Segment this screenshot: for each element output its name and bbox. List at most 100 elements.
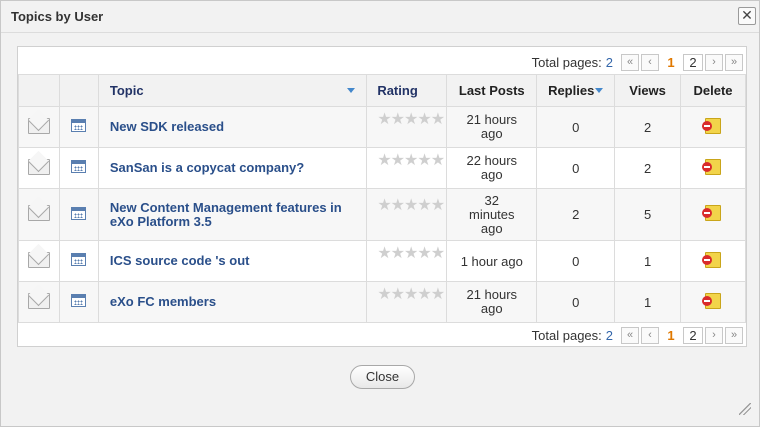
- resize-grip-icon[interactable]: [739, 403, 751, 415]
- header-last-posts[interactable]: Last Posts: [446, 74, 538, 107]
- header-delete: Delete: [680, 74, 746, 107]
- rating-cell: ★★★★★: [366, 240, 448, 282]
- last-page-button[interactable]: »: [725, 53, 743, 71]
- envelope-cell: [18, 188, 60, 241]
- header-icon-col: [18, 74, 60, 107]
- close-icon[interactable]: ✕: [738, 7, 756, 25]
- calendar-icon[interactable]: [71, 160, 87, 173]
- replies-cell: 2: [536, 188, 616, 241]
- rating-stars-icon[interactable]: ★★★★★: [377, 152, 445, 169]
- sort-desc-icon[interactable]: [347, 88, 356, 93]
- delete-cell: [680, 281, 746, 323]
- table-header-row: Topic Rating Last Posts Replies Views De…: [18, 74, 746, 107]
- topic-link[interactable]: New SDK released: [110, 120, 366, 134]
- delete-icon[interactable]: [702, 205, 722, 221]
- last-post-cell: 21 hours ago: [446, 281, 538, 323]
- delete-cell: [680, 188, 746, 241]
- replies-cell: 0: [536, 106, 616, 148]
- current-page: 1: [667, 54, 675, 70]
- rating-stars-icon[interactable]: ★★★★★: [377, 286, 445, 303]
- header-views[interactable]: Views: [614, 74, 682, 107]
- topics-dialog: Topics by User ✕ Total pages: 2 « ‹ 1 2 …: [0, 0, 760, 427]
- header-rating[interactable]: Rating: [366, 74, 448, 107]
- rating-stars-icon[interactable]: ★★★★★: [377, 245, 445, 262]
- envelope-cell: [18, 240, 60, 282]
- envelope-cell: [18, 147, 60, 189]
- calendar-cell: [58, 147, 99, 189]
- last-post-cell: 22 hours ago: [446, 147, 538, 189]
- topic-link[interactable]: SanSan is a copycat company?: [110, 161, 366, 175]
- dialog-title: Topics by User: [11, 9, 104, 24]
- header-replies-label: Replies: [548, 83, 595, 98]
- replies-cell: 0: [536, 147, 616, 189]
- envelope-icon[interactable]: [27, 251, 50, 268]
- envelope-icon[interactable]: [27, 158, 50, 175]
- last-post-cell: 21 hours ago: [446, 106, 538, 148]
- calendar-icon[interactable]: [71, 294, 87, 307]
- page-2-button[interactable]: 2: [683, 326, 703, 344]
- rating-cell: ★★★★★: [366, 147, 448, 189]
- current-page: 1: [667, 327, 675, 343]
- envelope-cell: [18, 106, 60, 148]
- table-row: eXo FC members ★★★★★ 21 hours ago 0 1: [18, 281, 746, 323]
- close-button[interactable]: Close: [350, 365, 415, 389]
- delete-icon[interactable]: [702, 292, 722, 309]
- page-2-button[interactable]: 2: [683, 53, 703, 71]
- last-page-button[interactable]: »: [725, 326, 743, 344]
- table-row: SanSan is a copycat company? ★★★★★ 22 ho…: [18, 147, 746, 189]
- pager-bottom: Total pages: 2 « ‹ 1 2 › »: [532, 325, 743, 345]
- rating-cell: ★★★★★: [366, 281, 448, 323]
- delete-icon[interactable]: [702, 117, 722, 134]
- rating-stars-icon[interactable]: ★★★★★: [377, 111, 445, 128]
- views-cell: 5: [614, 188, 682, 241]
- table-row: New Content Management features in eXo P…: [18, 188, 746, 241]
- delete-cell: [680, 240, 746, 282]
- pager-total[interactable]: 2: [606, 328, 613, 343]
- rating-stars-icon[interactable]: ★★★★★: [377, 197, 445, 214]
- first-page-button[interactable]: «: [621, 326, 639, 344]
- calendar-cell: [58, 240, 99, 282]
- rating-cell: ★★★★★: [366, 106, 448, 148]
- views-cell: 2: [614, 106, 682, 148]
- prev-page-button[interactable]: ‹: [641, 53, 659, 71]
- envelope-icon[interactable]: [27, 292, 50, 309]
- last-post-cell: 32 minutes ago: [446, 188, 538, 241]
- topic-link[interactable]: New Content Management features in eXo P…: [110, 200, 346, 229]
- topics-panel: Total pages: 2 « ‹ 1 2 › » Topic Rating …: [17, 46, 747, 347]
- topic-cell: SanSan is a copycat company?: [97, 147, 368, 189]
- topic-cell: ICS source code 's out: [97, 240, 368, 282]
- pager-top: Total pages: 2 « ‹ 1 2 › »: [532, 52, 743, 72]
- sort-replies-icon[interactable]: [595, 88, 604, 93]
- dialog-titlebar: Topics by User ✕: [1, 1, 759, 33]
- next-page-button[interactable]: ›: [705, 53, 723, 71]
- envelope-icon[interactable]: [27, 117, 50, 134]
- delete-icon[interactable]: [702, 158, 722, 175]
- header-topic-label: Topic: [109, 83, 144, 98]
- envelope-icon[interactable]: [27, 205, 50, 221]
- prev-page-button[interactable]: ‹: [641, 326, 659, 344]
- calendar-icon[interactable]: [71, 119, 87, 132]
- calendar-cell: [58, 106, 99, 148]
- delete-cell: [680, 106, 746, 148]
- table-row: ICS source code 's out ★★★★★ 1 hour ago …: [18, 240, 746, 282]
- header-icon-col-2: [58, 74, 99, 107]
- topic-link[interactable]: eXo FC members: [110, 295, 366, 309]
- topic-link[interactable]: ICS source code 's out: [110, 254, 366, 268]
- envelope-cell: [18, 281, 60, 323]
- calendar-icon[interactable]: [71, 206, 87, 220]
- table-row: New SDK released ★★★★★ 21 hours ago 0 2: [18, 106, 746, 148]
- next-page-button[interactable]: ›: [705, 326, 723, 344]
- delete-icon[interactable]: [702, 251, 722, 268]
- calendar-icon[interactable]: [71, 253, 87, 266]
- pager-label: Total pages:: [531, 54, 602, 70]
- last-post-cell: 1 hour ago: [446, 240, 538, 282]
- calendar-cell: [58, 281, 99, 323]
- topics-table: Topic Rating Last Posts Replies Views De…: [18, 74, 746, 323]
- views-cell: 2: [614, 147, 682, 189]
- pager-label: Total pages:: [531, 327, 602, 343]
- header-replies[interactable]: Replies: [536, 74, 616, 107]
- rating-cell: ★★★★★: [366, 188, 448, 241]
- header-topic[interactable]: Topic: [97, 74, 368, 107]
- first-page-button[interactable]: «: [621, 53, 639, 71]
- pager-total[interactable]: 2: [606, 55, 613, 70]
